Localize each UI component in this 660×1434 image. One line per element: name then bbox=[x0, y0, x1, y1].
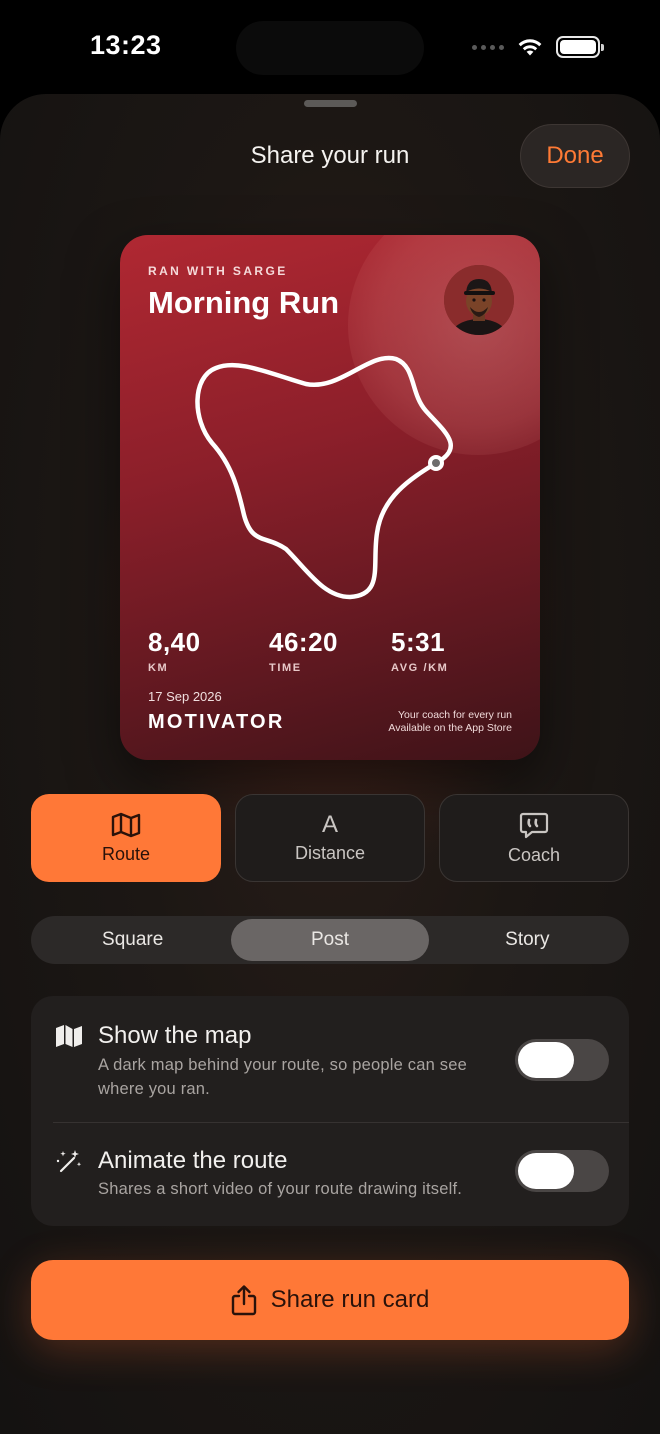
route-path bbox=[195, 355, 453, 600]
map-icon bbox=[111, 812, 141, 837]
wifi-icon bbox=[518, 39, 542, 56]
card-brand: MOTIVATOR bbox=[148, 711, 285, 733]
stat-time: 46:20 TIME bbox=[269, 627, 338, 674]
card-tagline-line-1: Your coach for every run bbox=[397, 709, 512, 721]
format-story[interactable]: Story bbox=[429, 919, 626, 961]
stat-pace-label: AVG /KM bbox=[391, 662, 449, 674]
animate-route-toggle[interactable] bbox=[515, 1150, 609, 1192]
sheet-grabber[interactable] bbox=[304, 100, 357, 107]
stat-distance-label: KM bbox=[148, 662, 169, 674]
setting-show-map: Show the map A dark map behind your rout… bbox=[31, 996, 629, 1122]
stat-time-value: 46:20 bbox=[269, 627, 338, 657]
stat-time-label: TIME bbox=[269, 662, 302, 674]
settings-group: Show the map A dark map behind your rout… bbox=[31, 996, 629, 1226]
card-tagline: Your coach for every run Available on th… bbox=[388, 709, 512, 735]
share-icon bbox=[231, 1285, 256, 1316]
mode-route-button[interactable]: Route bbox=[31, 794, 221, 882]
share-run-card-button[interactable]: Share run card bbox=[31, 1260, 629, 1340]
stat-pace: 5:31 AVG /KM bbox=[391, 627, 448, 674]
stat-distance: 8,40 KM bbox=[148, 627, 201, 674]
status-bar: 13:23 bbox=[0, 0, 660, 96]
cellular-signal-icon bbox=[472, 44, 504, 50]
setting-show-map-description: A dark map behind your route, so people … bbox=[98, 1056, 467, 1098]
mode-distance-label: Distance bbox=[294, 842, 366, 863]
card-tagline-line-2: Available on the App Store bbox=[388, 722, 512, 735]
setting-show-map-title: Show the map bbox=[98, 1022, 252, 1049]
status-icons bbox=[472, 36, 604, 58]
letter-a-icon: A bbox=[321, 810, 338, 838]
card-date: 17 Sep 2026 bbox=[148, 689, 222, 704]
setting-animate-route-title: Animate the route bbox=[98, 1147, 288, 1174]
route-map bbox=[195, 355, 453, 600]
done-button[interactable]: Done bbox=[520, 124, 630, 188]
stat-distance-value: 8,40 bbox=[148, 627, 201, 657]
mode-route-label: Route bbox=[101, 843, 151, 864]
share-run-card-label: Share run card bbox=[270, 1286, 430, 1313]
show-map-toggle[interactable] bbox=[515, 1039, 609, 1081]
speech-bubble-quote-icon bbox=[519, 812, 549, 838]
mode-coach-button[interactable]: Coach bbox=[439, 794, 629, 882]
mode-distance-button[interactable]: A Distance bbox=[235, 794, 425, 882]
battery-icon bbox=[556, 36, 604, 58]
setting-animate-route-description: Shares a short video of your route drawi… bbox=[98, 1180, 463, 1198]
share-sheet: Share your run Done RAN WITH SARGE Morni… bbox=[0, 94, 660, 1434]
run-card-preview: RAN WITH SARGE Morning Run 8,40 KM 46:20… bbox=[120, 235, 540, 760]
format-segmented-control: Square Post Story bbox=[31, 916, 629, 964]
mode-coach-label: Coach bbox=[507, 844, 561, 865]
stat-pace-value: 5:31 bbox=[391, 627, 446, 657]
status-time: 13:23 bbox=[90, 30, 162, 60]
format-square[interactable]: Square bbox=[34, 919, 231, 961]
map-icon bbox=[56, 1025, 82, 1047]
format-post[interactable]: Post bbox=[231, 919, 429, 961]
setting-animate-route: Animate the route Shares a short video o… bbox=[31, 1123, 629, 1226]
magic-wand-icon bbox=[56, 1150, 82, 1173]
dynamic-island bbox=[236, 21, 424, 75]
